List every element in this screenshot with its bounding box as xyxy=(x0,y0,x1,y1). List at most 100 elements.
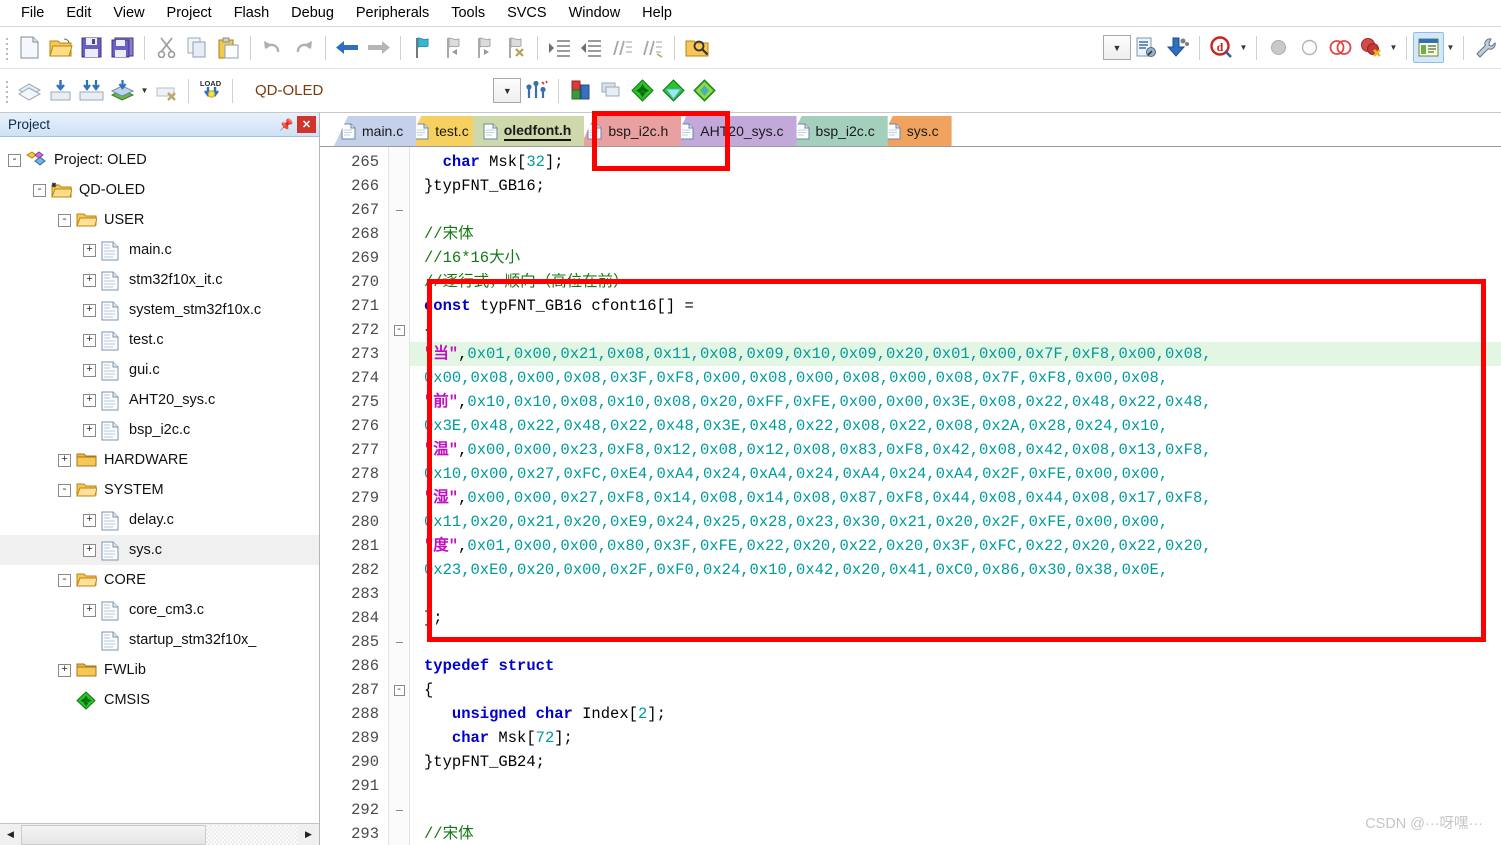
editor-tab-sys-c[interactable]: sys.c xyxy=(878,116,952,146)
indent-left-icon[interactable] xyxy=(575,32,606,63)
code-line[interactable] xyxy=(410,798,1501,822)
editor-tab-bsp-i2c-h[interactable]: bsp_i2c.h xyxy=(580,116,682,146)
code-line[interactable]: }typFNT_GB16; xyxy=(410,174,1501,198)
code-line[interactable]: "湿",0x00,0x00,0x27,0xF8,0x14,0x08,0x14,0… xyxy=(410,486,1501,510)
start-debug-icon[interactable]: d xyxy=(1206,32,1237,63)
indent-right-icon[interactable] xyxy=(544,32,575,63)
code-line[interactable]: "前",0x10,0x10,0x08,0x10,0x08,0x20,0xFF,0… xyxy=(410,390,1501,414)
bookmark-next-icon[interactable] xyxy=(469,32,500,63)
code-line[interactable]: { xyxy=(410,678,1501,702)
code-line[interactable]: "当",0x01,0x00,0x21,0x08,0x11,0x08,0x09,0… xyxy=(410,342,1501,366)
manage-project-items-icon[interactable] xyxy=(565,75,596,106)
navigate-back-icon[interactable] xyxy=(332,32,363,63)
menu-item-help[interactable]: Help xyxy=(631,2,683,24)
hscroll-left-arrow[interactable]: ◀ xyxy=(0,824,21,845)
expand-icon[interactable]: + xyxy=(58,453,71,467)
code-line[interactable]: //逐行式，顺向（高位在前） xyxy=(410,270,1501,294)
tree-item-sys-c[interactable]: + sys.c xyxy=(0,535,319,565)
expand-icon[interactable]: + xyxy=(58,663,71,677)
find-in-files-icon[interactable] xyxy=(681,32,712,63)
expand-icon[interactable]: + xyxy=(83,243,96,257)
fold-margin[interactable]: -- xyxy=(388,147,410,845)
pack-installer-green-icon[interactable] xyxy=(627,75,658,106)
menu-item-project[interactable]: Project xyxy=(156,2,223,24)
manage-components-icon[interactable] xyxy=(1162,32,1193,63)
code-line[interactable]: "温",0x00,0x00,0x23,0xF8,0x12,0x08,0x12,0… xyxy=(410,438,1501,462)
menu-item-flash[interactable]: Flash xyxy=(223,2,280,24)
load-icon[interactable]: LOAD xyxy=(195,75,226,106)
options-list-combo[interactable]: ▼ xyxy=(1103,35,1131,60)
hscroll-right-arrow[interactable]: ▶ xyxy=(298,824,319,845)
tree-item-core-cm3-c[interactable]: + core_cm3.c xyxy=(0,595,319,625)
build-icon[interactable] xyxy=(45,75,76,106)
batch-build-dropdown-icon[interactable]: ▼ xyxy=(138,75,151,106)
menu-item-debug[interactable]: Debug xyxy=(280,2,345,24)
menu-item-peripherals[interactable]: Peripherals xyxy=(345,2,440,24)
tree-item-delay-c[interactable]: + delay.c xyxy=(0,505,319,535)
code-line[interactable]: //宋体 xyxy=(410,222,1501,246)
kill-all-breakpoints-icon[interactable] xyxy=(1356,32,1387,63)
code-line[interactable]: 0x11,0x20,0x21,0x20,0xE9,0x24,0x25,0x28,… xyxy=(410,510,1501,534)
expand-icon[interactable]: + xyxy=(83,363,96,377)
fold-collapse-icon[interactable]: - xyxy=(389,678,409,702)
project-window-icon[interactable] xyxy=(1413,32,1444,63)
toolbar-grip[interactable] xyxy=(4,34,11,61)
tree-item-system[interactable]: - SYSTEM xyxy=(0,475,319,505)
bookmark-clear-icon[interactable] xyxy=(500,32,531,63)
comment-icon[interactable] xyxy=(606,32,637,63)
code-line[interactable]: char Msk[72]; xyxy=(410,726,1501,750)
collapse-icon[interactable]: - xyxy=(58,213,71,227)
bookmark-prev-icon[interactable] xyxy=(438,32,469,63)
tree-item-main-c[interactable]: + main.c xyxy=(0,235,319,265)
translate-icon[interactable] xyxy=(14,75,45,106)
code-line[interactable] xyxy=(410,582,1501,606)
editor-tab-bsp-i2c-c[interactable]: bsp_i2c.c xyxy=(787,116,888,146)
cut-icon[interactable] xyxy=(151,32,182,63)
close-icon[interactable]: ✕ xyxy=(297,116,316,133)
insert-breakpoint-icon[interactable] xyxy=(1263,32,1294,63)
new-file-icon[interactable] xyxy=(14,32,45,63)
menu-item-file[interactable]: File xyxy=(10,2,55,24)
menu-item-window[interactable]: Window xyxy=(558,2,632,24)
code-view[interactable]: 265 266 267 268 269 270 271 272 273 274 275 276 277 2… xyxy=(320,147,1501,845)
menu-item-svcs[interactable]: SVCS xyxy=(496,2,558,24)
collapse-icon[interactable]: - xyxy=(58,483,71,497)
editor-tab-main-c[interactable]: main.c xyxy=(334,116,417,146)
expand-icon[interactable]: + xyxy=(83,543,96,557)
disable-breakpoint-icon[interactable] xyxy=(1294,32,1325,63)
tree-item-test-c[interactable]: + test.c xyxy=(0,325,319,355)
hscroll-thumb[interactable] xyxy=(21,824,206,845)
stop-build-icon[interactable] xyxy=(151,75,182,106)
save-icon[interactable] xyxy=(76,32,107,63)
editor-tab-test-c[interactable]: test.c xyxy=(407,116,482,146)
code-line[interactable]: "度",0x01,0x00,0x00,0x80,0x3F,0xFE,0x22,0… xyxy=(410,534,1501,558)
collapse-icon[interactable]: - xyxy=(58,573,71,587)
configure-target-icon[interactable] xyxy=(1131,32,1162,63)
editor-tab-aht20-sys-c[interactable]: AHT20_sys.c xyxy=(672,116,797,146)
code-line[interactable]: 0x3E,0x48,0x22,0x48,0x22,0x48,0x3E,0x48,… xyxy=(410,414,1501,438)
tree-item-user[interactable]: - USER xyxy=(0,205,319,235)
menu-item-edit[interactable]: Edit xyxy=(55,2,102,24)
tree-item-qd-oled[interactable]: - QD-OLED xyxy=(0,175,319,205)
tree-item-project-oled[interactable]: - Project: OLED xyxy=(0,145,319,175)
toolbar-grip[interactable] xyxy=(4,77,11,104)
expand-icon[interactable]: + xyxy=(83,423,96,437)
kill-breakpoints-dropdown-icon[interactable]: ▼ xyxy=(1387,32,1400,63)
expand-icon[interactable]: + xyxy=(83,273,96,287)
tree-item-hardware[interactable]: + HARDWARE xyxy=(0,445,319,475)
code-line[interactable]: typedef struct xyxy=(410,654,1501,678)
project-hscrollbar[interactable]: ◀ ▶ xyxy=(0,823,319,845)
project-window-dropdown-icon[interactable]: ▼ xyxy=(1444,32,1457,63)
code-line[interactable]: }; xyxy=(410,606,1501,630)
pack-installer-multi-icon[interactable] xyxy=(689,75,720,106)
rebuild-icon[interactable] xyxy=(76,75,107,106)
code-line[interactable]: //16*16大小 xyxy=(410,246,1501,270)
target-options-icon[interactable] xyxy=(521,75,552,106)
code-line[interactable]: //宋体 xyxy=(410,822,1501,845)
undo-icon[interactable] xyxy=(257,32,288,63)
collapse-icon[interactable]: - xyxy=(33,183,46,197)
menu-item-tools[interactable]: Tools xyxy=(440,2,496,24)
tree-item-system-stm32f10x-c[interactable]: + system_stm32f10x.c xyxy=(0,295,319,325)
code-line[interactable]: char Msk[32]; xyxy=(410,150,1501,174)
tree-item-startup-stm32f10x[interactable]: startup_stm32f10x_ xyxy=(0,625,319,655)
